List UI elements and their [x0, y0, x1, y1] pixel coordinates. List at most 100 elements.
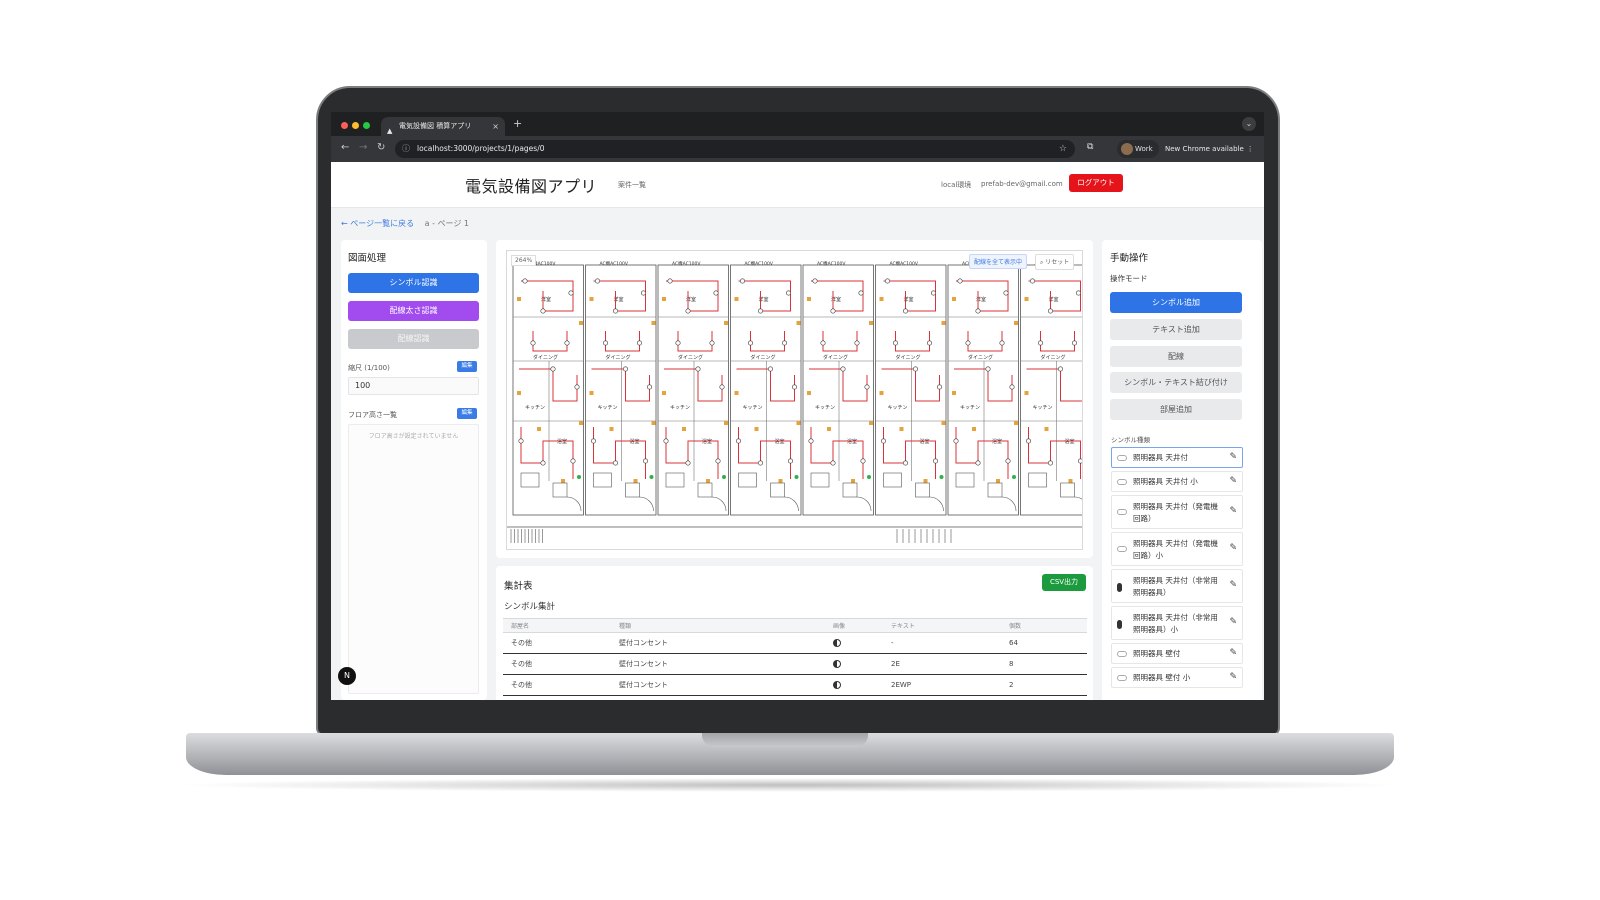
add-symbol-mode-button[interactable]: シンボル追加 — [1110, 292, 1242, 313]
electrical-symbol — [603, 340, 609, 346]
floor-plan-canvas[interactable]: AC機AC100V 洋室 ダイニング キッチン 浴室 AC機AC100V 洋室 ダイニング キッ… — [506, 250, 1083, 550]
symbol-recognition-button[interactable]: シンボル認識 — [348, 273, 479, 293]
symbol-type-item[interactable]: 照明器具 天井付（発電機回路）小 ✎ — [1111, 532, 1243, 566]
outlet-symbol — [561, 479, 565, 483]
wire-recognition-button[interactable]: 配線認識 — [348, 329, 479, 349]
cell-text: 2EWP — [883, 674, 1001, 696]
electrical-symbol — [1082, 385, 1083, 389]
symbol-type-item[interactable]: 照明器具 天井付（非常用照明器具）小 ✎ — [1111, 606, 1243, 640]
symbol-type-label: 照明器具 天井付（非常用照明器具） — [1133, 576, 1218, 597]
outlet-symbol — [1014, 321, 1018, 325]
reload-icon[interactable]: ↻ — [377, 142, 385, 153]
pencil-icon[interactable]: ✎ — [1229, 617, 1237, 627]
outlet-symbol — [807, 297, 811, 301]
electrical-symbol — [685, 460, 691, 466]
electrical-symbol — [675, 340, 681, 346]
col-image[interactable]: 画像 — [825, 618, 883, 633]
show-all-wires-button[interactable]: 配線を全て表示中 — [969, 254, 1028, 269]
wire-line — [521, 280, 574, 312]
tab-search-chevron-icon[interactable]: ⌄ — [1242, 117, 1256, 131]
wire-line — [666, 280, 719, 312]
tab-close-icon[interactable]: × — [492, 117, 499, 136]
logout-button[interactable]: ログアウト — [1069, 174, 1123, 192]
symbol-type-item[interactable]: 照明器具 壁付 ✎ — [1111, 643, 1243, 664]
wire-line — [811, 280, 864, 312]
symbol-type-item[interactable]: 照明器具 壁付 小 ✎ — [1111, 667, 1243, 688]
electrical-symbol — [1025, 438, 1031, 444]
nav-projects-link[interactable]: 案件一覧 — [618, 180, 646, 190]
csv-export-button[interactable]: CSV出力 — [1042, 574, 1086, 591]
table-row[interactable]: その他 壁付コンセント 2EWP 2 — [503, 674, 1087, 696]
fixture-outline — [915, 482, 930, 498]
floor-plan-drawing[interactable]: AC機AC100V洋室ダイニングキッチン浴室AC機AC100V洋室ダイニングキッ… — [507, 251, 1083, 550]
site-info-icon[interactable]: ⓘ — [402, 140, 410, 158]
col-count[interactable]: 個数 — [1001, 618, 1087, 633]
current-page-label: a - ページ 1 — [424, 219, 469, 228]
minimize-window-dot[interactable] — [352, 122, 359, 129]
outlet-symbol — [651, 421, 656, 425]
outlet-symbol — [734, 391, 739, 395]
scale-edit-button[interactable]: 編集 — [457, 361, 477, 372]
forward-arrow-icon[interactable]: → — [359, 142, 367, 153]
symbol-type-item[interactable]: 照明器具 天井付 ✎ — [1111, 447, 1243, 468]
pencil-icon[interactable]: ✎ — [1229, 452, 1237, 462]
profile-button[interactable]: Work — [1117, 140, 1159, 158]
electrical-symbol — [540, 460, 546, 466]
add-text-mode-button[interactable]: テキスト追加 — [1110, 319, 1242, 340]
wire-line — [519, 368, 578, 402]
address-bar[interactable]: ⓘ localhost:3000/projects/1/pages/0 ☆ — [395, 140, 1075, 158]
table-row[interactable]: その他 壁付コンセント 2E 8 — [503, 653, 1087, 675]
outlet-symbol — [899, 427, 904, 431]
symbol-type-item[interactable]: 照明器具 天井付（非常用照明器具） ✎ — [1111, 569, 1243, 603]
col-text[interactable]: テキスト — [883, 618, 1001, 633]
browser-tab[interactable]: ▲ 電気設備図 積算アプリ × — [381, 117, 505, 136]
scale-input[interactable]: 100 — [348, 377, 479, 395]
wire-line — [532, 331, 568, 352]
symbol-type-item[interactable]: 照明器具 天井付 小 ✎ — [1111, 471, 1243, 492]
electrical-symbol — [975, 460, 981, 466]
chrome-update-button[interactable]: New Chrome available ⋮ — [1159, 140, 1258, 158]
table-row[interactable]: その他 壁付コンセント - 64 — [503, 632, 1087, 654]
electrical-symbol — [663, 438, 669, 444]
wiring-mode-button[interactable]: 配線 — [1110, 346, 1242, 367]
unit-label: AC機AC100V — [600, 260, 629, 267]
dev-tools-badge[interactable]: N — [338, 667, 356, 685]
outlet-symbol — [1014, 421, 1018, 425]
floor-edit-button[interactable]: 編集 — [457, 408, 477, 419]
pencil-icon[interactable]: ✎ — [1229, 543, 1237, 553]
fixture-outline — [665, 472, 685, 488]
back-arrow-icon[interactable]: ← — [341, 142, 349, 153]
close-window-dot[interactable] — [341, 122, 348, 129]
room-label: ダイニング — [968, 354, 993, 361]
col-room[interactable]: 部屋名 — [503, 618, 611, 633]
maximize-window-dot[interactable] — [363, 122, 370, 129]
app-title: 電気設備図アプリ — [465, 177, 598, 196]
outlet-symbol — [778, 479, 783, 483]
back-to-pages-link[interactable]: ← ページ一覧に戻る — [341, 219, 414, 228]
bookmark-star-icon[interactable]: ☆ — [1059, 140, 1067, 158]
pencil-icon[interactable]: ✎ — [1229, 506, 1237, 516]
add-room-mode-button[interactable]: 部屋追加 — [1110, 399, 1242, 420]
door-swing — [1001, 496, 1017, 512]
new-tab-icon[interactable]: + — [513, 117, 522, 130]
outlet-symbol — [869, 421, 873, 425]
kebab-menu-icon[interactable]: ⋮ — [1247, 140, 1254, 158]
outlet-symbol — [879, 297, 884, 301]
outlet-symbol — [827, 427, 831, 431]
pencil-icon[interactable]: ✎ — [1229, 672, 1237, 682]
pencil-icon[interactable]: ✎ — [1229, 648, 1237, 658]
wire-line — [1026, 368, 1082, 402]
electrical-symbol — [1057, 366, 1063, 372]
wire-thickness-recognition-button[interactable]: 配線太さ認識 — [348, 301, 479, 321]
fixture-outline — [987, 482, 1003, 498]
pencil-icon[interactable]: ✎ — [1229, 580, 1237, 590]
browser-toolbar: ← → ↻ ⓘ localhost:3000/projects/1/pages/… — [331, 136, 1264, 162]
extensions-icon[interactable]: ⧉ — [1087, 142, 1093, 152]
scale-label: 縮尺 (1/100) — [348, 364, 390, 372]
reset-view-button[interactable]: ⌕ リセット — [1035, 254, 1075, 270]
symbol-type-item[interactable]: 照明器具 天井付（発電機回路） ✎ — [1111, 495, 1243, 529]
link-symbol-text-mode-button[interactable]: シンボル・テキスト結び付け — [1110, 372, 1242, 393]
ceiling-light-icon — [1117, 454, 1127, 461]
col-type[interactable]: 種類 — [611, 618, 825, 633]
pencil-icon[interactable]: ✎ — [1229, 476, 1237, 486]
